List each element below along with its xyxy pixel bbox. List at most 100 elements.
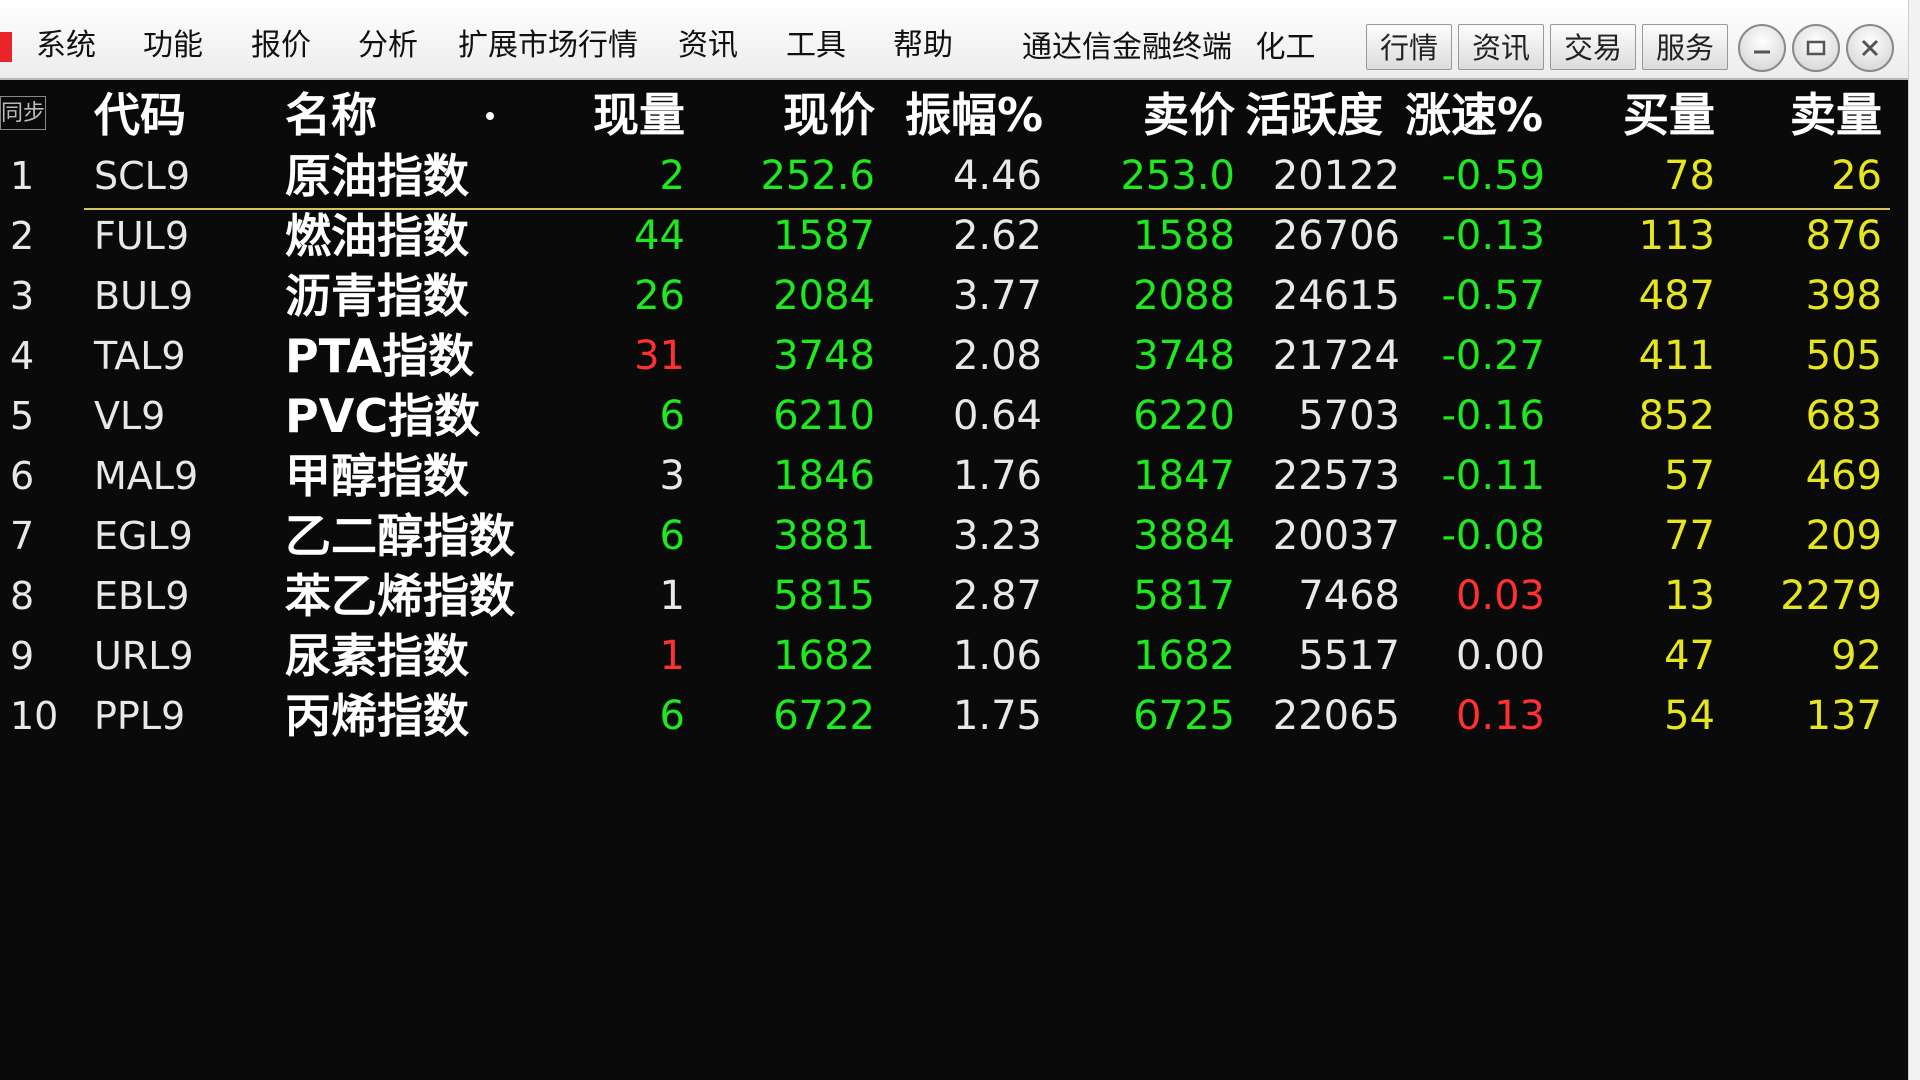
- row-speed: -0.57: [1441, 273, 1546, 319]
- table-row[interactable]: 1 SCL9 原油指数 2 252.6 4.46 253.0 20122 -0.59 78 26: [0, 146, 1908, 206]
- row-name: 沥青指数: [285, 269, 469, 323]
- restore-icon[interactable]: [1792, 24, 1840, 72]
- tab-news[interactable]: 资讯: [1458, 24, 1544, 70]
- menu-tools[interactable]: 工具: [786, 26, 846, 66]
- header-amplitude[interactable]: 振幅%: [905, 80, 1067, 150]
- row-price: 3748: [773, 333, 875, 379]
- header-volume[interactable]: 现量: [540, 80, 685, 150]
- row-bid-volume: 113: [1638, 213, 1715, 259]
- row-bid-volume: 47: [1664, 633, 1715, 679]
- table-row[interactable]: 5 VL9 PVC指数 6 6210 0.64 6220 5703 -0.16 852 683: [0, 386, 1908, 446]
- row-activity: 22065: [1272, 693, 1400, 739]
- tab-trade[interactable]: 交易: [1550, 24, 1636, 70]
- row-price: 252.6: [760, 153, 875, 199]
- row-volume: 2: [659, 153, 685, 199]
- header-activity[interactable]: 活跃度: [1245, 80, 1405, 150]
- row-code: VL9: [94, 394, 166, 438]
- row-volume: 1: [659, 573, 685, 619]
- row-price: 1682: [773, 633, 875, 679]
- menu-bar: 系统 功能 报价 分析 扩展市场行情 资讯 工具 帮助 通达信金融终端 化工 行…: [0, 0, 1908, 80]
- table-row[interactable]: 3 BUL9 沥青指数 26 2084 3.77 2088 24615 -0.57 487 398: [0, 266, 1908, 326]
- row-code: FUL9: [94, 214, 190, 258]
- row-volume: 6: [659, 393, 685, 439]
- row-activity: 26706: [1272, 213, 1400, 259]
- row-speed: 0.03: [1455, 573, 1545, 619]
- row-ask-volume: 683: [1805, 393, 1882, 439]
- menu-analysis[interactable]: 分析: [358, 26, 418, 66]
- header-ask-volume[interactable]: 卖量: [1730, 80, 1882, 150]
- row-bid-volume: 77: [1664, 513, 1715, 559]
- table-header: 同步 代码 名称 现量 现价 振幅% 卖价 活跃度 涨速% 买量 卖量: [0, 80, 1908, 150]
- row-price: 1587: [773, 213, 875, 259]
- row-bid-volume: 852: [1638, 393, 1715, 439]
- row-activity: 22573: [1272, 453, 1400, 499]
- table-row[interactable]: 4 TAL9 PTA指数 31 3748 2.08 3748 21724 -0.27 411 505: [0, 326, 1908, 386]
- row-amplitude: 0.64: [952, 393, 1042, 439]
- row-ask-price: 1588: [1133, 213, 1235, 259]
- row-ask-volume: 876: [1805, 213, 1882, 259]
- row-ask-price: 3884: [1133, 513, 1235, 559]
- row-ask-price: 1847: [1133, 453, 1235, 499]
- row-ask-price: 6220: [1133, 393, 1235, 439]
- row-code: SCL9: [94, 154, 191, 198]
- header-speed[interactable]: 涨速%: [1405, 80, 1545, 150]
- header-price[interactable]: 现价: [720, 80, 875, 150]
- header-code[interactable]: 代码: [94, 80, 274, 150]
- table-row[interactable]: 6 MAL9 甲醇指数 3 1846 1.76 1847 22573 -0.11 57 469: [0, 446, 1908, 506]
- table-row[interactable]: 2 FUL9 燃油指数 44 1587 2.62 1588 26706 -0.13 113 876: [0, 206, 1908, 266]
- row-code: EGL9: [94, 514, 193, 558]
- tab-service[interactable]: 服务: [1642, 24, 1728, 70]
- row-price: 6210: [773, 393, 875, 439]
- row-activity: 5517: [1298, 633, 1400, 679]
- sync-button[interactable]: 同步: [0, 96, 46, 130]
- row-ask-price: 3748: [1133, 333, 1235, 379]
- table-row[interactable]: 7 EGL9 乙二醇指数 6 3881 3.23 3884 20037 -0.08 77 209: [0, 506, 1908, 566]
- row-volume: 6: [659, 513, 685, 559]
- row-amplitude: 1.06: [952, 633, 1042, 679]
- desktop-edge: [1908, 0, 1920, 1080]
- row-volume: 1: [659, 633, 685, 679]
- row-ask-volume: 137: [1805, 693, 1882, 739]
- header-ask-price[interactable]: 卖价: [1070, 80, 1235, 150]
- row-ask-volume: 398: [1805, 273, 1882, 319]
- menu-function[interactable]: 功能: [143, 26, 203, 66]
- table-row[interactable]: 10 PPL9 丙烯指数 6 6722 1.75 6725 22065 0.13 54 137: [0, 686, 1908, 746]
- row-index: 8: [10, 574, 35, 618]
- close-icon[interactable]: [1846, 24, 1894, 72]
- menu-system[interactable]: 系统: [36, 26, 96, 66]
- row-activity: 20037: [1272, 513, 1400, 559]
- row-name: 尿素指数: [285, 629, 469, 683]
- header-name[interactable]: 名称: [285, 80, 565, 150]
- menu-news[interactable]: 资讯: [678, 26, 738, 66]
- minimize-icon[interactable]: [1738, 24, 1786, 72]
- menu-quote[interactable]: 报价: [251, 26, 311, 66]
- row-activity: 21724: [1272, 333, 1400, 379]
- row-volume: 6: [659, 693, 685, 739]
- row-activity: 5703: [1298, 393, 1400, 439]
- row-price: 1846: [773, 453, 875, 499]
- window-title: 通达信金融终端 化工: [1022, 28, 1316, 68]
- sort-indicator-icon: [486, 112, 494, 120]
- row-amplitude: 4.46: [952, 153, 1042, 199]
- table-row[interactable]: 9 URL9 尿素指数 1 1682 1.06 1682 5517 0.00 47 92: [0, 626, 1908, 686]
- row-name: PVC指数: [285, 389, 481, 443]
- menu-extended-market[interactable]: 扩展市场行情: [458, 26, 638, 66]
- row-bid-volume: 57: [1664, 453, 1715, 499]
- header-bid-volume[interactable]: 买量: [1570, 80, 1715, 150]
- row-amplitude: 1.76: [952, 453, 1042, 499]
- row-code: MAL9: [94, 454, 199, 498]
- table-row[interactable]: 8 EBL9 苯乙烯指数 1 5815 2.87 5817 7468 0.03 13 2279: [0, 566, 1908, 626]
- row-amplitude: 3.23: [952, 513, 1042, 559]
- row-ask-volume: 469: [1805, 453, 1882, 499]
- menu-help[interactable]: 帮助: [893, 26, 953, 66]
- row-speed: 0.13: [1455, 693, 1545, 739]
- row-bid-volume: 78: [1664, 153, 1715, 199]
- app-window: 系统 功能 报价 分析 扩展市场行情 资讯 工具 帮助 通达信金融终端 化工 行…: [0, 0, 1908, 1080]
- tab-market[interactable]: 行情: [1366, 24, 1452, 70]
- row-code: PPL9: [94, 694, 186, 738]
- row-amplitude: 1.75: [952, 693, 1042, 739]
- row-code: TAL9: [94, 334, 186, 378]
- row-volume: 44: [634, 213, 685, 259]
- row-bid-volume: 13: [1664, 573, 1715, 619]
- row-name: 燃油指数: [285, 209, 469, 263]
